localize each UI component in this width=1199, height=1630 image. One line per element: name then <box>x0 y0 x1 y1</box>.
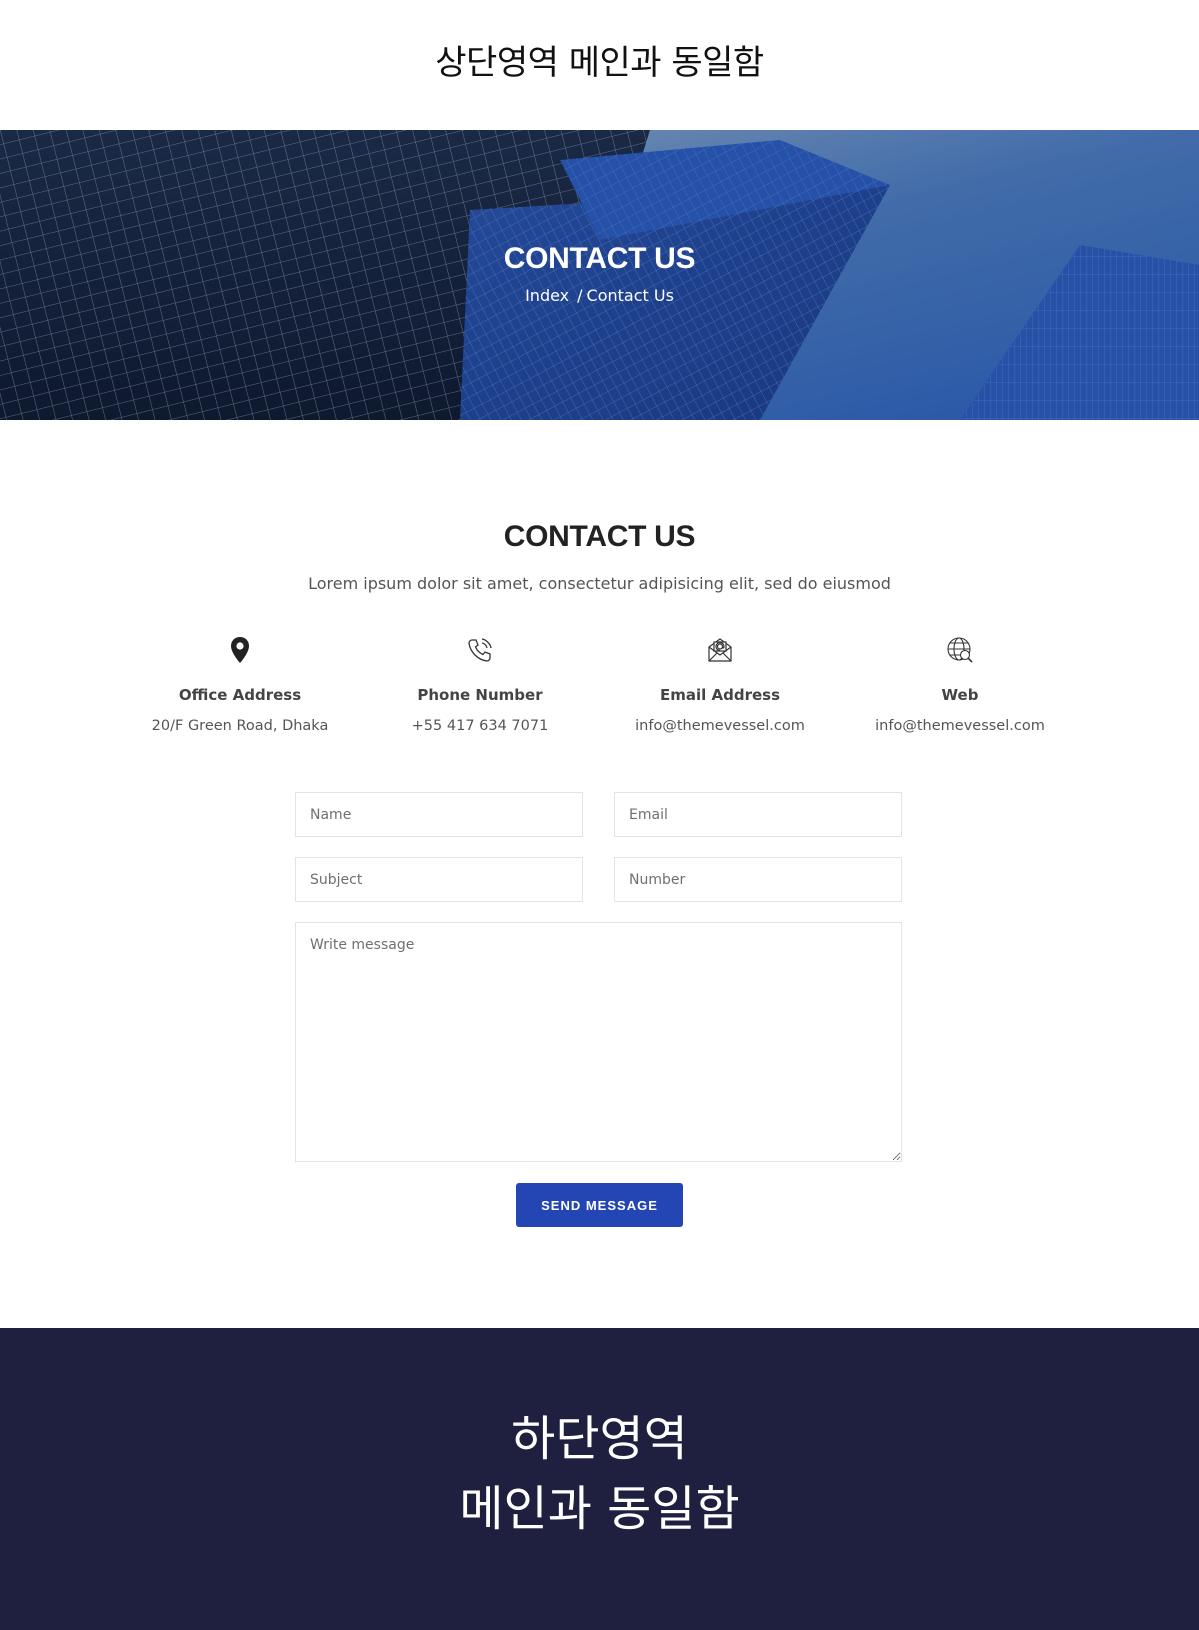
footer-line-2: 메인과 동일함 <box>459 1481 740 1537</box>
header-placeholder-text: 상단영역 메인과 동일함 <box>435 42 764 83</box>
section-title: CONTACT US <box>503 520 696 553</box>
footer-placeholder-text: 하단영역 메인과 동일함 <box>459 1404 739 1544</box>
header-area: 상단영역 메인과 동일함 <box>0 0 1199 130</box>
footer-line-1: 하단영역 <box>511 1411 688 1467</box>
breadcrumb-current: Contact Us <box>586 286 674 305</box>
hero-banner: CONTACT US Index / Contact Us <box>0 130 1199 420</box>
section-subtitle: Lorem ipsum dolor sit amet, consectetur … <box>308 574 891 593</box>
subject-input[interactable] <box>295 857 583 902</box>
info-office-address: Office Address 20/F Green Road, Dhaka <box>120 636 360 746</box>
info-value: info@themevessel.com <box>875 718 1045 734</box>
envelope-icon <box>600 636 840 672</box>
send-message-button[interactable]: SEND MESSAGE <box>516 1183 683 1227</box>
name-input[interactable] <box>295 792 583 837</box>
info-label: Web <box>941 686 979 704</box>
breadcrumb-separator: / <box>577 286 583 305</box>
info-web: Web info@themevessel.com <box>840 636 1080 746</box>
breadcrumb-home-link[interactable]: Index <box>525 286 569 305</box>
globe-icon <box>840 636 1080 672</box>
info-phone-number: Phone Number +55 417 634 7071 <box>360 636 600 746</box>
info-value: 20/F Green Road, Dhaka <box>151 718 329 734</box>
breadcrumb: Index / Contact Us <box>0 286 1199 305</box>
info-value: info@themevessel.com <box>635 718 805 734</box>
footer-area: 하단영역 메인과 동일함 <box>0 1328 1199 1630</box>
info-label: Office Address <box>178 686 302 704</box>
map-pin-icon <box>120 636 360 672</box>
hero-title: CONTACT US <box>503 242 696 275</box>
info-value: +55 417 634 7071 <box>411 718 549 734</box>
info-label: Email Address <box>659 686 780 704</box>
message-textarea[interactable] <box>295 922 902 1162</box>
number-input[interactable] <box>614 857 902 902</box>
contact-info-row: Office Address 20/F Green Road, Dhaka Ph… <box>120 636 1080 746</box>
info-label: Phone Number <box>417 686 543 704</box>
info-email-address: Email Address info@themevessel.com <box>600 636 840 746</box>
email-input[interactable] <box>614 792 902 837</box>
phone-icon <box>360 636 600 672</box>
